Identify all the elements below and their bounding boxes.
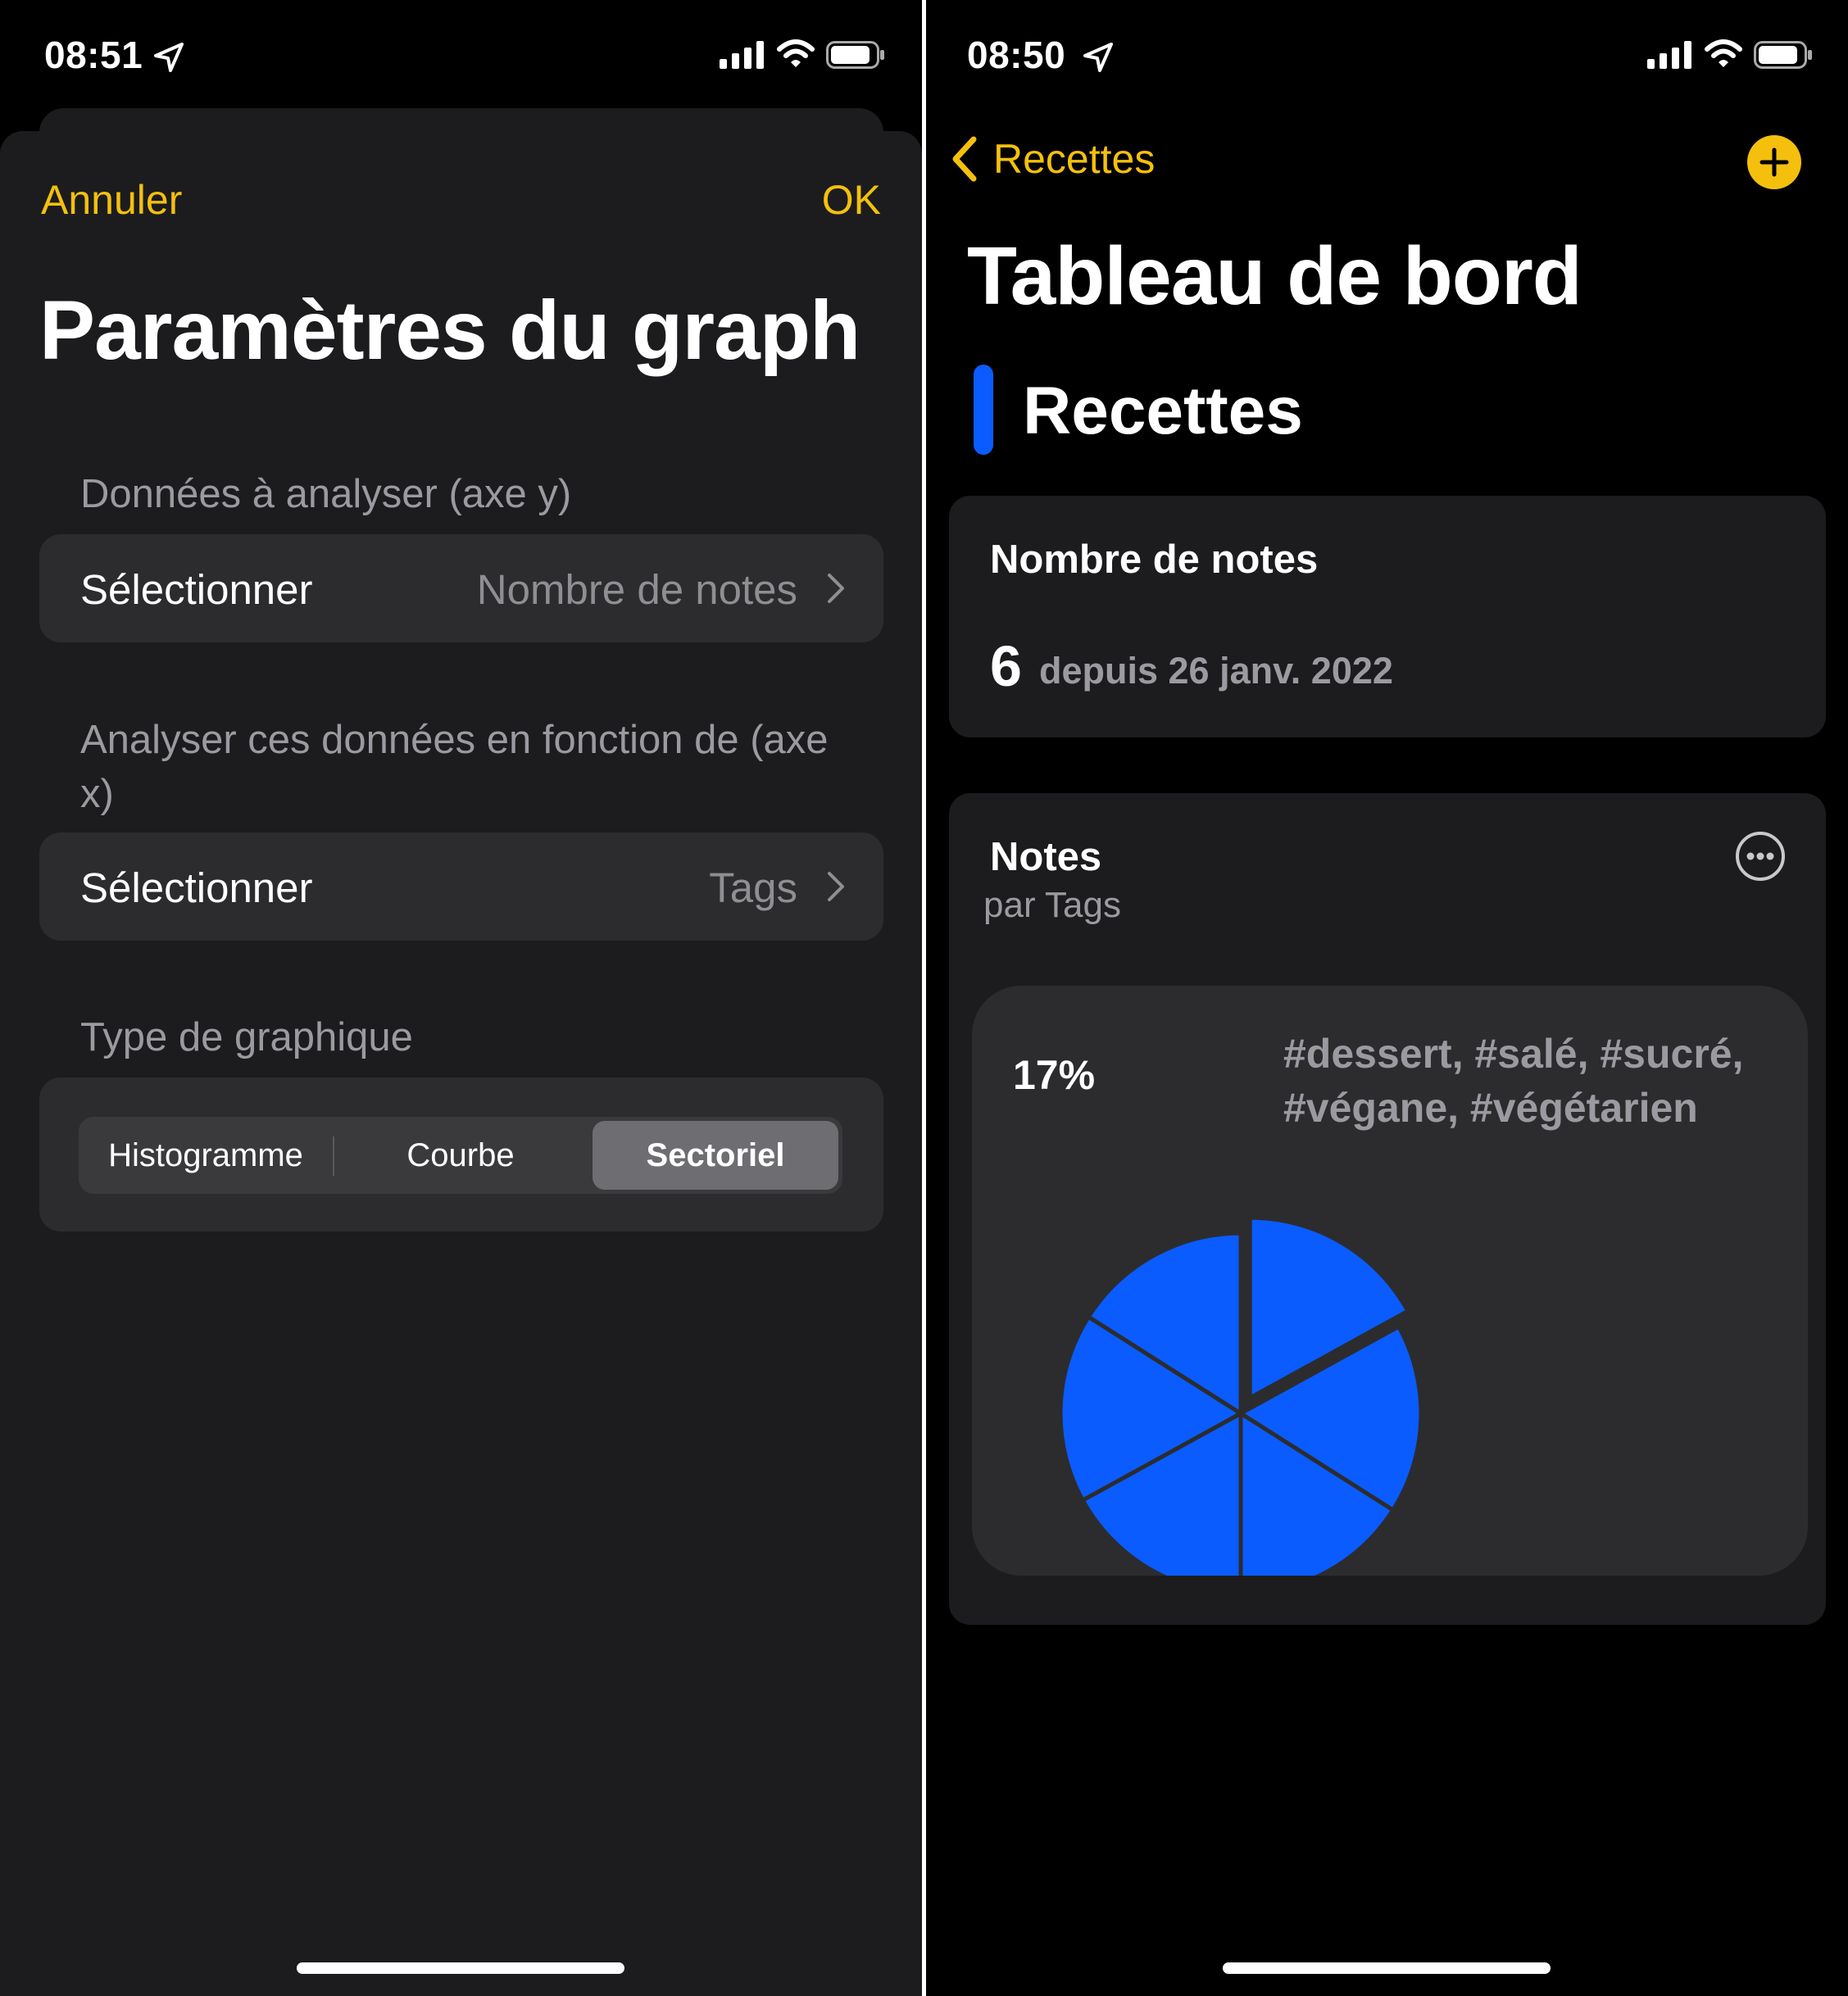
location-arrow-icon [154, 43, 184, 72]
battery-icon [826, 41, 884, 69]
chart-settings-screen: 08:51 Annuler OK Paramètres du graph Don… [0, 0, 922, 1996]
chart-card[interactable]: Notes par Tags 17% #dessert, #salé, #suc… [949, 793, 1826, 1625]
x-axis-select-label: Sélectionner [80, 864, 313, 911]
cellular-signal-icon [1647, 41, 1691, 69]
y-axis-section-header: Données à analyser (axe y) [80, 472, 572, 516]
pie-chart-panel: 17% #dessert, #salé, #sucré, #végane, #v… [972, 986, 1808, 1576]
note-count-title: Nombre de notes [990, 538, 1319, 582]
chevron-right-icon [828, 872, 844, 901]
chart-card-subtitle: par Tags [983, 885, 1121, 925]
status-bar: 08:51 [0, 0, 922, 107]
chevron-left-icon [952, 136, 977, 182]
location-arrow-icon [1083, 43, 1113, 72]
note-count-number: 6 [990, 634, 1022, 698]
y-axis-select-label: Sélectionner [80, 566, 313, 613]
segment-sectoriel[interactable]: Sectoriel [593, 1121, 838, 1190]
chevron-right-icon [828, 574, 844, 603]
note-count-since: depuis 26 janv. 2022 [1039, 650, 1393, 692]
home-indicator[interactable] [1223, 1962, 1551, 1974]
x-axis-select-row[interactable]: Sélectionner Tags [39, 832, 883, 941]
home-indicator[interactable] [297, 1962, 624, 1974]
status-time: 08:50 [967, 34, 1066, 76]
note-count-card[interactable]: Nombre de notes 6 depuis 26 janv. 2022 [949, 496, 1826, 737]
segment-histogramme[interactable]: Histogramme [79, 1117, 333, 1194]
group-title: Recettes [1023, 374, 1303, 448]
ok-button[interactable]: OK [822, 176, 881, 224]
page-title: Tableau de bord [967, 230, 1582, 322]
segment-courbe[interactable]: Courbe [334, 1117, 588, 1194]
chart-type-card: Histogramme Courbe Sectoriel [39, 1077, 883, 1232]
cellular-signal-icon [720, 41, 764, 69]
x-axis-select-value: Tags [709, 864, 797, 911]
plus-icon [1759, 147, 1789, 177]
y-axis-select-row[interactable]: Sélectionner Nombre de notes [39, 534, 883, 642]
status-time: 08:51 [44, 34, 143, 76]
more-icon[interactable] [1734, 830, 1787, 882]
x-axis-section-header: Analyser ces données en fonction de (axe… [80, 718, 829, 816]
wifi-icon [777, 39, 815, 67]
page-title: Paramètres du graph [39, 284, 860, 377]
dashboard-screen: 08:50 Recettes Tableau de bord Recettes … [926, 0, 1848, 1996]
chart-type-section-header: Type de graphique [80, 1015, 413, 1059]
battery-icon [1754, 41, 1812, 69]
y-axis-select-value: Nombre de notes [476, 566, 797, 613]
back-button[interactable]: Recettes [951, 135, 1155, 183]
cancel-button[interactable]: Annuler [41, 176, 182, 224]
pie-chart[interactable] [972, 986, 1808, 1576]
chart-type-segmented-control: Histogramme Courbe Sectoriel [79, 1117, 842, 1194]
group-accent-bar [974, 365, 993, 455]
back-button-label: Recettes [993, 136, 1156, 182]
add-button[interactable] [1747, 135, 1801, 189]
status-bar: 08:50 [926, 0, 1848, 107]
chart-card-title: Notes [990, 835, 1102, 879]
wifi-icon [1705, 39, 1742, 67]
